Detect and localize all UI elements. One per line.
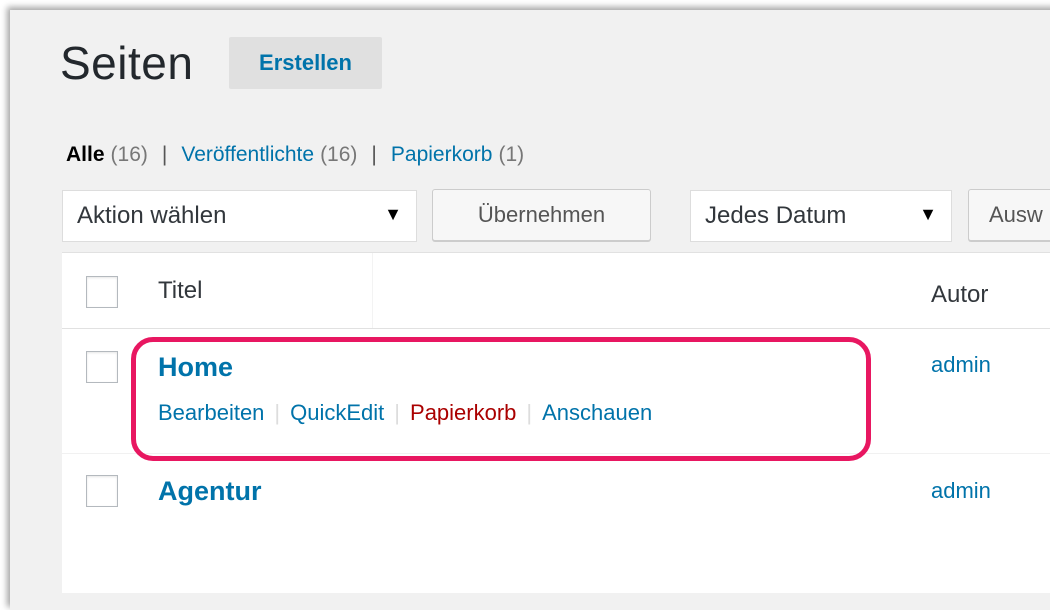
dropdown-arrow-icon: ▼	[384, 204, 402, 224]
status-filter-links: Alle (16) | Veröffentlichte (16) | Papie…	[66, 143, 524, 167]
select-all-checkbox[interactable]	[86, 276, 118, 308]
row-action-separator: |	[526, 400, 533, 425]
date-filter-selected-value: Jedes Datum	[705, 202, 847, 229]
row-checkbox[interactable]	[86, 475, 118, 507]
row-checkbox[interactable]	[86, 351, 118, 383]
apply-bulk-action-button[interactable]: Übernehmen	[432, 189, 651, 241]
row-action-separator: |	[274, 400, 281, 425]
column-divider	[372, 253, 373, 328]
bulk-action-selected-value: Aktion wählen	[77, 202, 227, 229]
row-action-view[interactable]: Anschauen	[542, 400, 652, 426]
date-filter-select[interactable]: Jedes Datum ▼	[690, 190, 952, 242]
row-author-link[interactable]: admin	[931, 478, 991, 504]
filter-separator: |	[371, 143, 377, 166]
row-action-trash[interactable]: Papierkorb	[410, 400, 516, 426]
filter-separator: |	[161, 143, 168, 166]
table-header: Titel Autor	[62, 253, 1050, 329]
filter-button[interactable]: Ausw	[968, 189, 1050, 241]
row-title-link[interactable]: Home	[158, 352, 233, 383]
page-title: Seiten	[60, 37, 194, 89]
filter-all-count: (16)	[110, 143, 148, 166]
bulk-action-select[interactable]: Aktion wählen ▼	[62, 190, 417, 242]
filter-published-link[interactable]: Veröffentlichte	[181, 143, 314, 167]
row-action-quick-edit[interactable]: QuickEdit	[290, 400, 384, 426]
add-new-page-button[interactable]: Erstellen	[229, 37, 382, 89]
column-header-author[interactable]: Autor	[931, 281, 988, 309]
dropdown-arrow-icon: ▼	[919, 204, 937, 224]
row-divider	[62, 453, 1050, 454]
filter-all-link[interactable]: Alle	[66, 143, 105, 167]
filter-published-count: (16)	[320, 143, 358, 166]
column-header-title[interactable]: Titel	[158, 277, 202, 305]
pages-table: Titel Autor Home Bearbeiten | QuickEdit …	[62, 252, 1050, 593]
row-action-separator: |	[394, 400, 401, 425]
row-action-edit[interactable]: Bearbeiten	[158, 400, 264, 426]
filter-trash-count: (1)	[498, 143, 525, 166]
filter-trash-link[interactable]: Papierkorb	[391, 143, 493, 167]
row-actions: Bearbeiten | QuickEdit | Papierkorb | An…	[158, 400, 652, 426]
row-author-link[interactable]: admin	[931, 352, 991, 378]
row-title-link[interactable]: Agentur	[158, 476, 262, 507]
